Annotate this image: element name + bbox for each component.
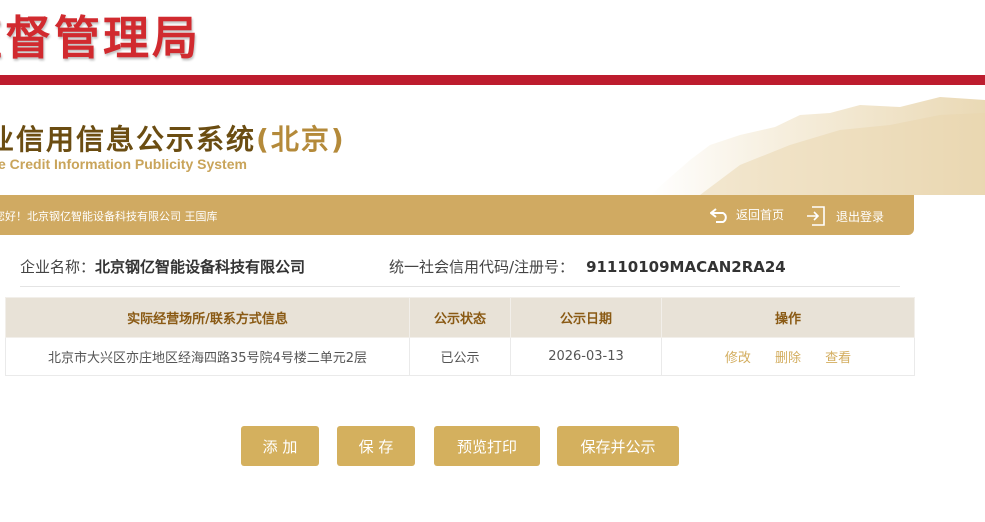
credit-code-label: 统一社会信用代码/注册号： (389, 258, 575, 276)
col-address: 实际经营场所/联系方式信息 (5, 297, 410, 338)
divider (20, 286, 900, 287)
greeting: 您好！北京钢亿智能设备科技有限公司 王国库 (0, 210, 218, 223)
delete-link[interactable]: 删除 (775, 351, 801, 366)
company-name-label: 企业名称： (20, 258, 96, 276)
preview-print-button[interactable]: 预览打印 (434, 426, 540, 466)
user-bar: 您好！北京钢亿智能设备科技有限公司 王国库 返回首页 退出登录 (0, 195, 914, 235)
credit-code-value: 91110109MACAN2RA24 (586, 258, 786, 276)
logout-icon (807, 206, 825, 226)
view-link[interactable]: 查看 (825, 351, 851, 366)
home-link[interactable]: 返回首页 (710, 206, 784, 223)
home-label: 返回首页 (736, 208, 785, 222)
address-cell: 北京市大兴区亦庄地区经海四路35号院4号楼二单元2层 (5, 337, 410, 376)
system-title-en: e Credit Information Publicity System (0, 156, 247, 172)
logout-label: 退出登录 (836, 209, 885, 224)
system-title: 业信用信息公示系统(北京) (0, 118, 346, 158)
save-publish-button[interactable]: 保存并公示 (557, 426, 679, 466)
address-table: 实际经营场所/联系方式信息 公示状态 公示日期 操作 北京市大兴区亦庄地区经海四… (5, 297, 915, 376)
edit-link[interactable]: 修改 (725, 351, 751, 366)
system-title-text: 业信用信息公示系统 (0, 123, 257, 156)
table-row: 北京市大兴区亦庄地区经海四路35号院4号楼二单元2层 已公示 2026-03-1… (5, 337, 915, 376)
return-icon (710, 207, 727, 223)
col-actions: 操作 (661, 297, 915, 338)
col-date: 公示日期 (510, 297, 662, 338)
status-cell: 已公示 (409, 337, 511, 376)
company-name-value: 北京钢亿智能设备科技有限公司 (95, 258, 306, 276)
add-button[interactable]: 添 加 (241, 426, 319, 466)
actions-cell: 修改 删除 查看 (661, 337, 915, 376)
col-status: 公示状态 (409, 297, 511, 338)
agency-name: 监督管理局 (0, 11, 201, 65)
system-region: (北京) (256, 123, 346, 156)
header-divider (0, 75, 985, 85)
save-button[interactable]: 保 存 (337, 426, 415, 466)
credit-code: 统一社会信用代码/注册号： 91110109MACAN2RA24 (389, 256, 786, 277)
company-name: 企业名称：北京钢亿智能设备科技有限公司 (20, 256, 305, 277)
date-cell: 2026-03-13 (510, 337, 662, 376)
logout-link[interactable]: 退出登录 (806, 206, 884, 226)
